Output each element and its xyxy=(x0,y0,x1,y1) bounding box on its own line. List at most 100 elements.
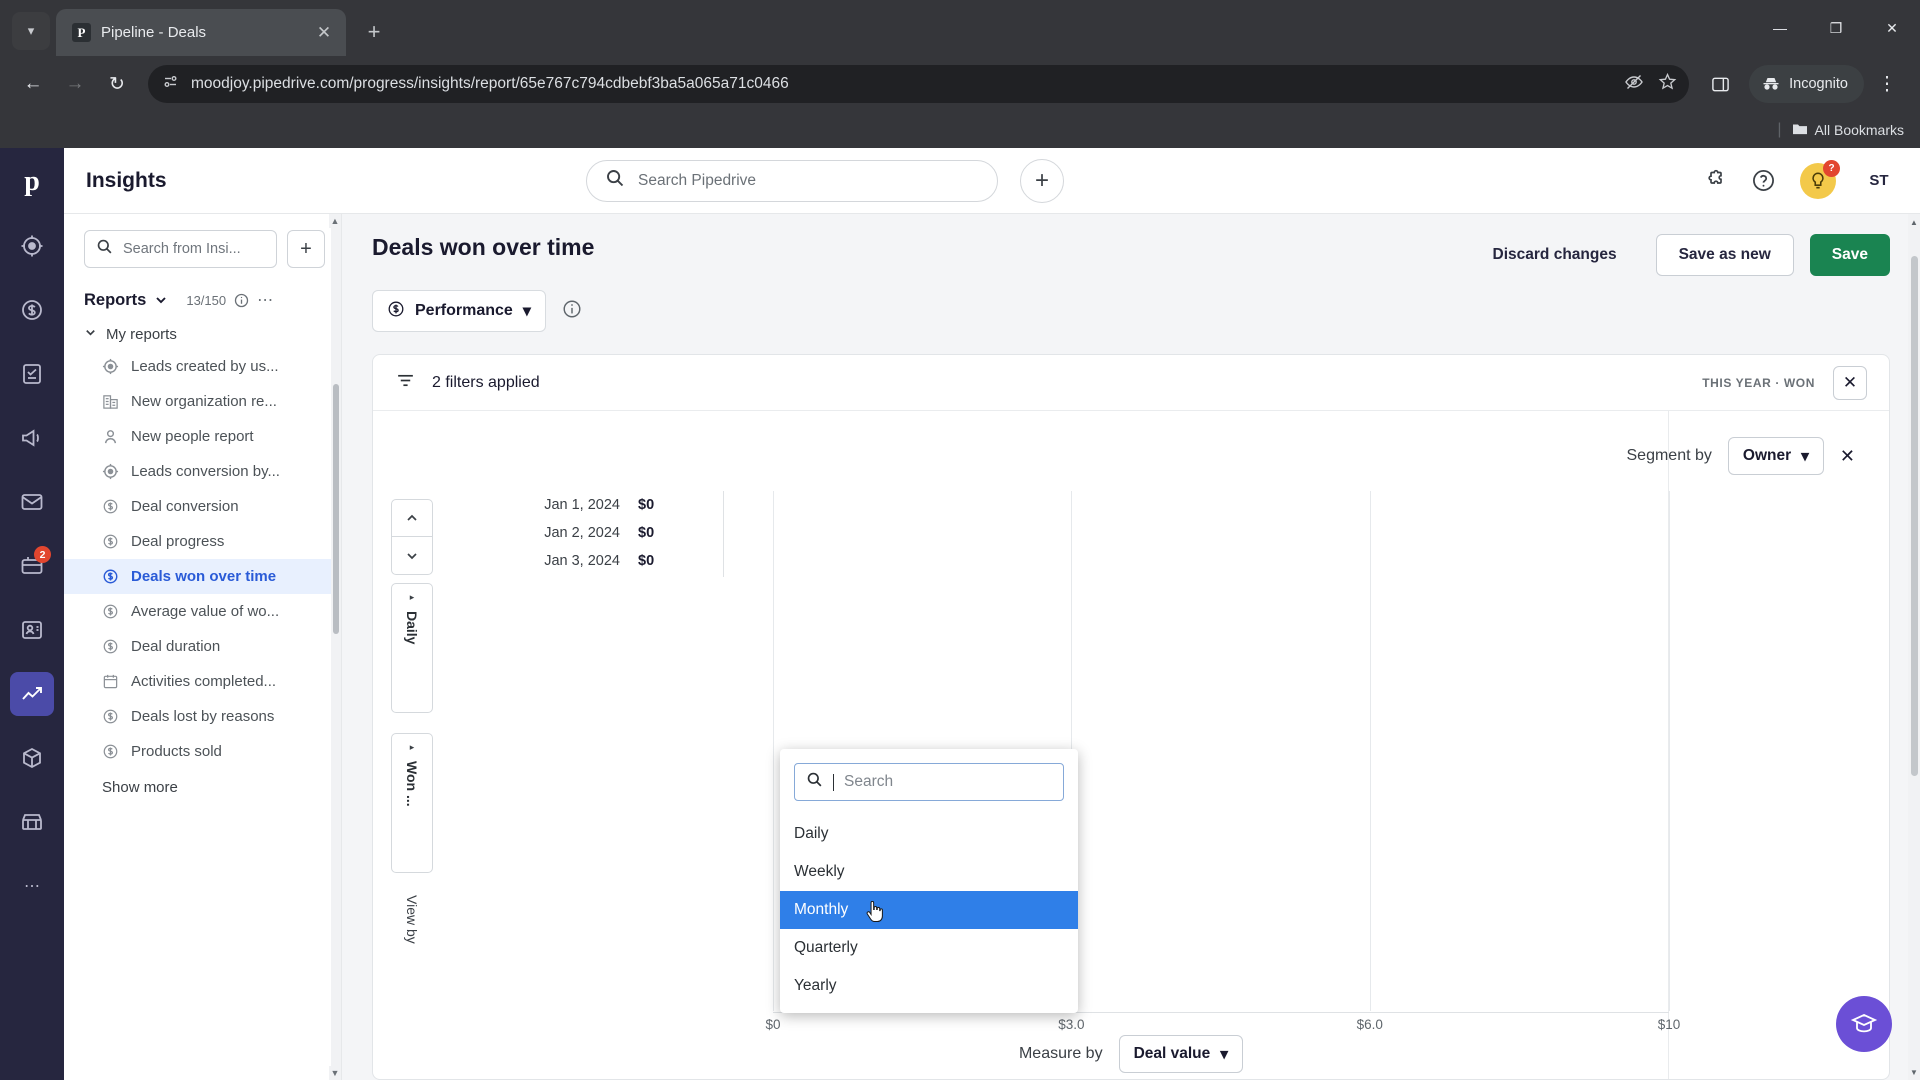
back-button[interactable]: ← xyxy=(14,65,52,103)
rail-item-inbox[interactable]: 2 xyxy=(10,544,54,588)
info-icon[interactable] xyxy=(234,293,249,308)
x-tick-label: $10 xyxy=(1657,1017,1681,1032)
eye-off-icon[interactable] xyxy=(1624,72,1644,97)
quick-add-button[interactable]: + xyxy=(1020,158,1064,203)
browser-menu-icon[interactable]: ⋮ xyxy=(1868,65,1906,103)
site-info-icon[interactable] xyxy=(162,73,179,95)
avatar[interactable]: ST xyxy=(1860,161,1898,200)
save-button[interactable]: Save xyxy=(1809,234,1890,276)
scroll-up-arrow[interactable]: ▲ xyxy=(1909,216,1919,228)
sidebar-item-average-value[interactable]: Average value of wo... xyxy=(64,594,341,629)
sidebar-item-deal-progress[interactable]: Deal progress xyxy=(64,524,341,559)
window-controls: — ❐ ✕ xyxy=(1752,0,1920,56)
main-scrollbar-thumb[interactable] xyxy=(1911,256,1918,776)
global-search-input[interactable]: Search Pipedrive xyxy=(586,159,998,202)
row-value: $0 xyxy=(638,497,655,513)
dropdown-option-monthly[interactable]: Monthly xyxy=(780,891,1078,929)
search-input[interactable]: Search from Insi... xyxy=(84,230,277,268)
maximize-button[interactable]: ❐ xyxy=(1808,6,1864,50)
dropdown-search-placeholder: Search xyxy=(844,773,894,790)
rail-item-insights[interactable] xyxy=(10,672,54,716)
dropdown-option-quarterly[interactable]: Quarterly xyxy=(780,929,1078,967)
side-panel-icon[interactable] xyxy=(1701,65,1739,103)
url-text: moodjoy.pipedrive.com/progress/insights/… xyxy=(191,75,789,92)
dropdown-search-input[interactable]: Search xyxy=(794,763,1064,801)
tab-search-button[interactable]: ▾ xyxy=(12,12,50,50)
remove-segment-button[interactable]: ✕ xyxy=(1840,446,1855,467)
segment-by-selector[interactable]: Owner ▾ xyxy=(1727,437,1824,475)
filter-icon[interactable] xyxy=(395,370,416,396)
show-more-button[interactable]: Show more xyxy=(64,769,341,806)
reload-button[interactable]: ↻ xyxy=(98,65,136,103)
chart-body: ▸ Daily ▸ Won ... View by Jan 1, 2024 $0… xyxy=(373,491,1889,1079)
sidebar-item-new-people[interactable]: New people report xyxy=(64,419,341,454)
close-window-button[interactable]: ✕ xyxy=(1864,6,1920,50)
dropdown-option-weekly[interactable]: Weekly xyxy=(780,853,1078,891)
sidebar-item-leads-created[interactable]: Leads created by us... xyxy=(64,349,341,384)
scroll-down-button[interactable] xyxy=(391,537,433,575)
sidebar-item-deal-conversion[interactable]: Deal conversion xyxy=(64,489,341,524)
scroll-up-arrow[interactable]: ▲ xyxy=(329,214,341,228)
page-title: Insights xyxy=(86,168,167,192)
dropdown-option-yearly[interactable]: Yearly xyxy=(780,967,1078,1005)
sidebar-item-new-organization[interactable]: New organization re... xyxy=(64,384,341,419)
discard-changes-button[interactable]: Discard changes xyxy=(1470,234,1640,276)
add-report-button[interactable]: + xyxy=(287,230,325,268)
sidebar-item-activities-completed[interactable]: Activities completed... xyxy=(64,664,341,699)
puzzle-icon[interactable] xyxy=(1703,169,1727,193)
interval-tab[interactable]: ▸ Daily xyxy=(391,583,433,713)
search-icon xyxy=(605,168,625,193)
new-tab-button[interactable]: + xyxy=(356,14,392,50)
close-icon[interactable]: ✕ xyxy=(312,21,336,45)
dropdown-option-daily[interactable]: Daily xyxy=(780,815,1078,853)
sidebar-item-deals-won-over-time[interactable]: Deals won over time xyxy=(64,559,341,594)
won-tab[interactable]: ▸ Won ... xyxy=(391,733,433,873)
rail-item-campaigns[interactable] xyxy=(10,416,54,460)
incognito-indicator[interactable]: Incognito xyxy=(1749,65,1864,103)
view-by-tab[interactable]: View by xyxy=(391,887,433,977)
more-options-icon[interactable]: ⋯ xyxy=(257,290,273,310)
chevron-down-icon: ▾ xyxy=(1801,447,1809,465)
bookmark-star-icon[interactable] xyxy=(1658,72,1677,96)
pipedrive-logo[interactable]: p xyxy=(12,162,52,202)
reports-label: Reports xyxy=(84,290,147,309)
rail-item-more[interactable]: ⋯ xyxy=(10,864,54,908)
browser-tab[interactable]: P Pipeline - Deals ✕ xyxy=(56,9,346,56)
rail-item-products[interactable] xyxy=(10,736,54,780)
rail-item-leads[interactable] xyxy=(10,224,54,268)
rail-item-marketplace[interactable] xyxy=(10,800,54,844)
sidebar-item-label: Deals lost by reasons xyxy=(131,708,275,725)
scroll-down-arrow[interactable]: ▼ xyxy=(329,1066,341,1080)
rail-item-mail[interactable] xyxy=(10,480,54,524)
all-bookmarks-item[interactable]: All Bookmarks xyxy=(1792,122,1904,139)
sidebar-item-deal-duration[interactable]: Deal duration xyxy=(64,629,341,664)
info-icon[interactable] xyxy=(562,299,582,324)
dollar-icon xyxy=(387,300,405,323)
scroll-up-button[interactable] xyxy=(391,499,433,537)
reports-count: 13/150 xyxy=(186,292,227,308)
address-bar[interactable]: moodjoy.pipedrive.com/progress/insights/… xyxy=(148,65,1690,103)
rail-item-activities[interactable] xyxy=(10,352,54,396)
help-icon[interactable] xyxy=(1751,168,1776,193)
academy-button[interactable] xyxy=(1836,996,1892,1052)
clear-filters-button[interactable]: ✕ xyxy=(1833,365,1867,400)
tips-bulb-icon[interactable]: ? xyxy=(1800,159,1840,199)
won-tab-label: Won ... xyxy=(404,761,420,807)
chevron-down-icon[interactable] xyxy=(154,293,168,307)
sidebar-scrollbar-track[interactable]: ▲ ▼ xyxy=(329,214,341,1080)
sidebar-item-products-sold[interactable]: Products sold xyxy=(64,734,341,769)
report-type-selector[interactable]: Performance ▾ xyxy=(372,290,546,332)
save-as-new-button[interactable]: Save as new xyxy=(1655,234,1794,276)
rail-item-deals[interactable] xyxy=(10,288,54,332)
sidebar-item-leads-conversion[interactable]: Leads conversion by... xyxy=(64,454,341,489)
sidebar-scrollbar-thumb[interactable] xyxy=(333,384,339,634)
sidebar-item-deals-lost[interactable]: Deals lost by reasons xyxy=(64,699,341,734)
scroll-down-arrow[interactable]: ▼ xyxy=(1909,1066,1919,1078)
forward-button[interactable]: → xyxy=(56,65,94,103)
report-title: Deals won over time xyxy=(372,234,595,260)
minimize-button[interactable]: — xyxy=(1752,6,1808,50)
reports-group-my-reports[interactable]: My reports xyxy=(64,320,341,349)
rail-item-contacts[interactable] xyxy=(10,608,54,652)
measure-by-selector[interactable]: Deal value ▾ xyxy=(1118,1035,1244,1073)
report-type-label: Performance xyxy=(415,302,513,319)
